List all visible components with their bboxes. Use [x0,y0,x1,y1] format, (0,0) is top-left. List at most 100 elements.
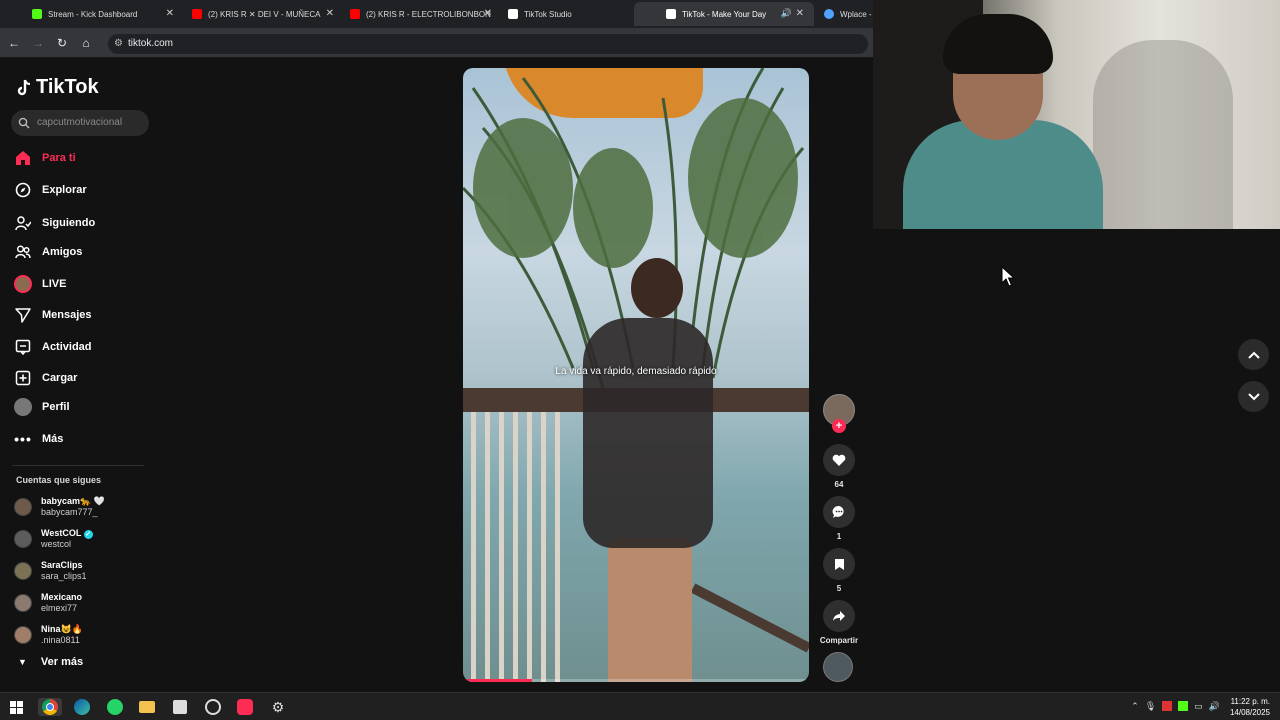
video-progress-bar[interactable] [463,679,809,682]
heart-icon [832,454,846,466]
account-name: WestCOL [41,528,82,538]
url-field[interactable]: ⚙ tiktok.com [108,34,868,54]
network-icon[interactable]: ▭ [1194,701,1203,712]
friends-icon [14,243,32,261]
tab-tiktok-studio[interactable]: TikTok Studio ✕ [476,2,660,26]
follow-plus-icon[interactable]: + [832,419,846,433]
following-account[interactable]: WestCOL ✓ westcol [14,525,93,553]
taskbar-clock[interactable]: 11:22 p. m. 14/08/2025 [1230,696,1270,718]
avatar [14,530,32,548]
chevron-down-icon: ▼ [18,657,27,667]
comment-button[interactable] [823,496,855,528]
file-explorer-icon[interactable] [138,698,156,716]
profile-icon [14,398,32,416]
tiktok-icon [666,9,676,19]
address-bar: ← → ↻ ⌂ ⚙ tiktok.com [0,28,873,58]
following-section-title: Cuentas que sigues [16,475,102,485]
settings-icon[interactable]: ⚙ [269,698,287,716]
reload-icon[interactable]: ↻ [54,35,70,51]
tiktok-icon [508,9,518,19]
nav-label: Perfil [42,401,70,413]
person-body [583,318,713,548]
microphone-icon[interactable]: 🎙 [1145,701,1156,712]
forward-icon[interactable]: → [30,35,46,51]
tab-youtube-muneca[interactable]: (2) KRIS R ✕ DEI V - MUÑECA ✕ [160,2,344,26]
nav-mas[interactable]: ••• Más [14,428,63,450]
app-green-icon[interactable] [1178,701,1189,711]
verified-icon: ✓ [83,530,93,539]
previous-video-button[interactable] [1238,339,1269,370]
store-icon[interactable] [171,698,189,716]
app-red-icon[interactable] [1162,701,1173,711]
recorder-icon[interactable] [204,698,222,716]
webcam-person-hair [943,14,1053,74]
page-background-right [873,229,1280,692]
following-account[interactable]: babycam🐆 🤍 babycam777_ [14,493,105,521]
tiktok-page: TikTok capcutmotivacional Para ti Explor… [0,58,873,692]
account-handle: sara_clips1 [41,571,87,581]
windows-start-icon[interactable] [7,698,25,716]
tab-title: Stream - Kick Dashboard [48,9,138,19]
webcam-shadow [1093,40,1233,229]
like-button[interactable] [823,444,855,476]
following-account[interactable]: Nina😺🔥 .nina0811 [14,621,83,649]
nav-amigos[interactable]: Amigos [14,241,82,263]
nav-label: LIVE [42,278,67,290]
account-name: babycam🐆 🤍 [41,496,105,506]
youtube-icon [350,9,360,19]
nav-cargar[interactable]: Cargar [14,367,77,389]
clock-date: 14/08/2025 [1229,708,1270,717]
like-count: 64 [834,480,844,489]
following-account[interactable]: Mexicano elmexi77 [14,589,82,617]
site-settings-icon[interactable]: ⚙ [114,34,123,54]
account-handle: elmexi77 [41,603,78,613]
share-button[interactable] [823,600,855,632]
avatar [14,498,32,516]
edge-icon[interactable] [73,698,91,716]
video-player[interactable]: La vida va rápido, demasiado rápido [463,68,809,682]
whatsapp-icon[interactable] [106,698,124,716]
home-icon[interactable]: ⌂ [78,35,94,51]
chevron-up-icon[interactable]: ⌃ [1131,701,1139,712]
avatar [14,594,32,612]
tiktok-logo[interactable]: TikTok [16,76,99,99]
nav-label: Para ti [42,152,76,164]
person-head [631,258,683,318]
brand-name: TikTok [36,76,99,98]
tab-title: (2) KRIS R - ELECTROLIBONBON [366,9,491,19]
see-more-button[interactable]: ▼ Ver más [18,656,83,668]
nav-label: Amigos [42,246,83,258]
chrome-icon[interactable] [38,698,62,716]
nav-siguiendo[interactable]: Siguiendo [14,212,95,234]
nav-live[interactable]: LIVE [14,273,66,295]
nav-explorar[interactable]: Explorar [14,179,87,201]
account-handle: westcol [41,539,72,549]
following-icon [14,214,32,232]
nav-label: Mensajes [42,309,92,321]
back-icon[interactable]: ← [6,35,22,51]
tab-youtube-electrolibonbon[interactable]: (2) KRIS R - ELECTROLIBONBON ✕ [318,2,502,26]
nav-perfil[interactable]: Perfil [14,396,70,418]
tiktok-app-icon[interactable] [236,698,254,716]
tab-tiktok-make-your-day[interactable]: TikTok - Make Your Day 🔊 ✕ [634,2,814,26]
kick-icon [32,9,42,19]
next-video-button[interactable] [1238,381,1269,412]
youtube-icon [192,9,202,19]
nav-para-ti[interactable]: Para ti [14,147,76,169]
tab-kick-dashboard[interactable]: Stream - Kick Dashboard ✕ [0,2,184,26]
tab-title: TikTok - Make Your Day [682,9,767,19]
volume-icon[interactable]: 🔊 [1209,701,1220,712]
save-button[interactable] [823,548,855,580]
music-disc-avatar[interactable] [823,652,853,682]
nav-label: Siguiendo [42,217,96,229]
nav-actividad[interactable]: Actividad [14,336,92,358]
chevron-up-icon [1247,351,1260,359]
comment-icon [832,505,844,518]
following-account[interactable]: SaraClips sara_clips1 [14,557,87,585]
search-input[interactable]: capcutmotivacional [11,110,149,136]
nav-mensajes[interactable]: Mensajes [14,304,92,326]
speaker-icon[interactable]: 🔊 [781,8,792,19]
nav-label: Cargar [42,372,78,384]
save-count: 5 [836,584,842,593]
share-icon [833,611,845,621]
